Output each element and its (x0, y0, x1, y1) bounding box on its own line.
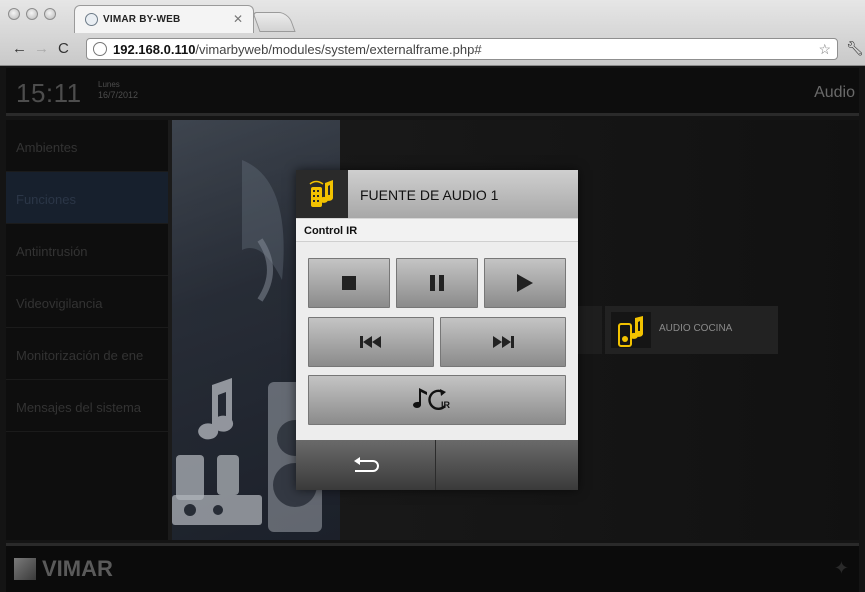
sidebar-item-videovigilancia[interactable]: Videovigilancia (6, 276, 168, 328)
clock-day: Lunes (98, 80, 120, 89)
audio-source-dialog: FUENTE DE AUDIO 1 Control IR IR (296, 170, 578, 490)
sidebar: Ambientes Funciones Antiintrusión Videov… (6, 120, 168, 540)
audio-remote-icon (296, 170, 348, 218)
dialog-empty-slot (437, 440, 578, 490)
new-tab-button[interactable] (252, 12, 296, 32)
ir-learn-button[interactable]: IR (308, 375, 566, 425)
dialog-subtitle: Control IR (304, 225, 358, 237)
browser-tab[interactable]: VIMAR BY-WEB ✕ (74, 5, 254, 33)
window-minimize-button[interactable] (26, 8, 38, 20)
audio-player-icon (611, 312, 651, 348)
device-tile-audio-cocina[interactable]: AUDIO COCINA (605, 306, 778, 354)
device-label: AUDIO COCINA (659, 323, 733, 334)
dialog-title: FUENTE DE AUDIO 1 (360, 187, 499, 203)
clock-time: 15:11 (16, 78, 82, 108)
settings-icon[interactable]: ✦ (834, 558, 849, 579)
wrench-icon[interactable]: 🔧︎ (846, 40, 864, 57)
play-icon (517, 274, 533, 292)
url-host: 192.168.0.110 (113, 42, 196, 57)
ir-control-panel: IR (296, 242, 578, 440)
previous-track-icon (360, 336, 381, 348)
play-button[interactable] (484, 258, 566, 308)
address-bar[interactable]: 192.168.0.110/vimarbyweb/modules/system/… (86, 38, 838, 60)
back-button[interactable] (296, 440, 436, 490)
next-track-icon (493, 336, 514, 348)
ir-label: IR (441, 400, 451, 410)
window-close-button[interactable] (8, 8, 20, 20)
pause-icon (430, 275, 444, 291)
dialog-header: FUENTE DE AUDIO 1 (296, 170, 578, 218)
vimar-logo-text: VIMAR (42, 556, 113, 581)
forward-arrow-icon[interactable]: → (34, 40, 49, 57)
next-track-button[interactable] (440, 317, 566, 367)
pause-button[interactable] (396, 258, 478, 308)
section-title: Audio (814, 84, 855, 101)
sidebar-item-ambientes[interactable]: Ambientes (6, 120, 168, 172)
tab-close-icon[interactable]: ✕ (233, 12, 243, 26)
url-path: /vimarbyweb/modules/system/externalframe… (195, 42, 482, 57)
return-arrow-icon (353, 457, 379, 472)
tab-title: VIMAR BY-WEB (103, 14, 181, 25)
stop-button[interactable] (308, 258, 390, 308)
dialog-footer (296, 440, 578, 490)
sidebar-item-funciones[interactable]: Funciones (6, 172, 168, 224)
sidebar-item-mensajes[interactable]: Mensajes del sistema (6, 380, 168, 432)
window-zoom-button[interactable] (44, 8, 56, 20)
globe-icon (93, 42, 107, 56)
address-url: 192.168.0.110/vimarbyweb/modules/system/… (113, 42, 482, 57)
reload-icon[interactable]: C (58, 40, 69, 57)
previous-track-button[interactable] (308, 317, 434, 367)
browser-chrome: VIMAR BY-WEB ✕ ← → C 192.168.0.110/vimar… (0, 0, 865, 66)
app-header: 15:11 Lunes 16/7/2012 Audio (6, 68, 859, 116)
vimar-logo-icon (14, 558, 36, 580)
back-arrow-icon[interactable]: ← (12, 40, 27, 57)
globe-icon (85, 13, 98, 26)
sidebar-item-monitorizacion[interactable]: Monitorización de ene (6, 328, 168, 380)
stop-icon (342, 276, 356, 290)
dialog-subtitle-bar: Control IR (296, 218, 578, 242)
clock-date: 16/7/2012 (98, 90, 139, 100)
app-footer: VIMAR ✦ (6, 543, 859, 592)
music-ir-icon: IR (413, 388, 451, 410)
star-icon[interactable]: ☆ (818, 41, 831, 58)
sidebar-item-antiintrusion[interactable]: Antiintrusión (6, 224, 168, 276)
